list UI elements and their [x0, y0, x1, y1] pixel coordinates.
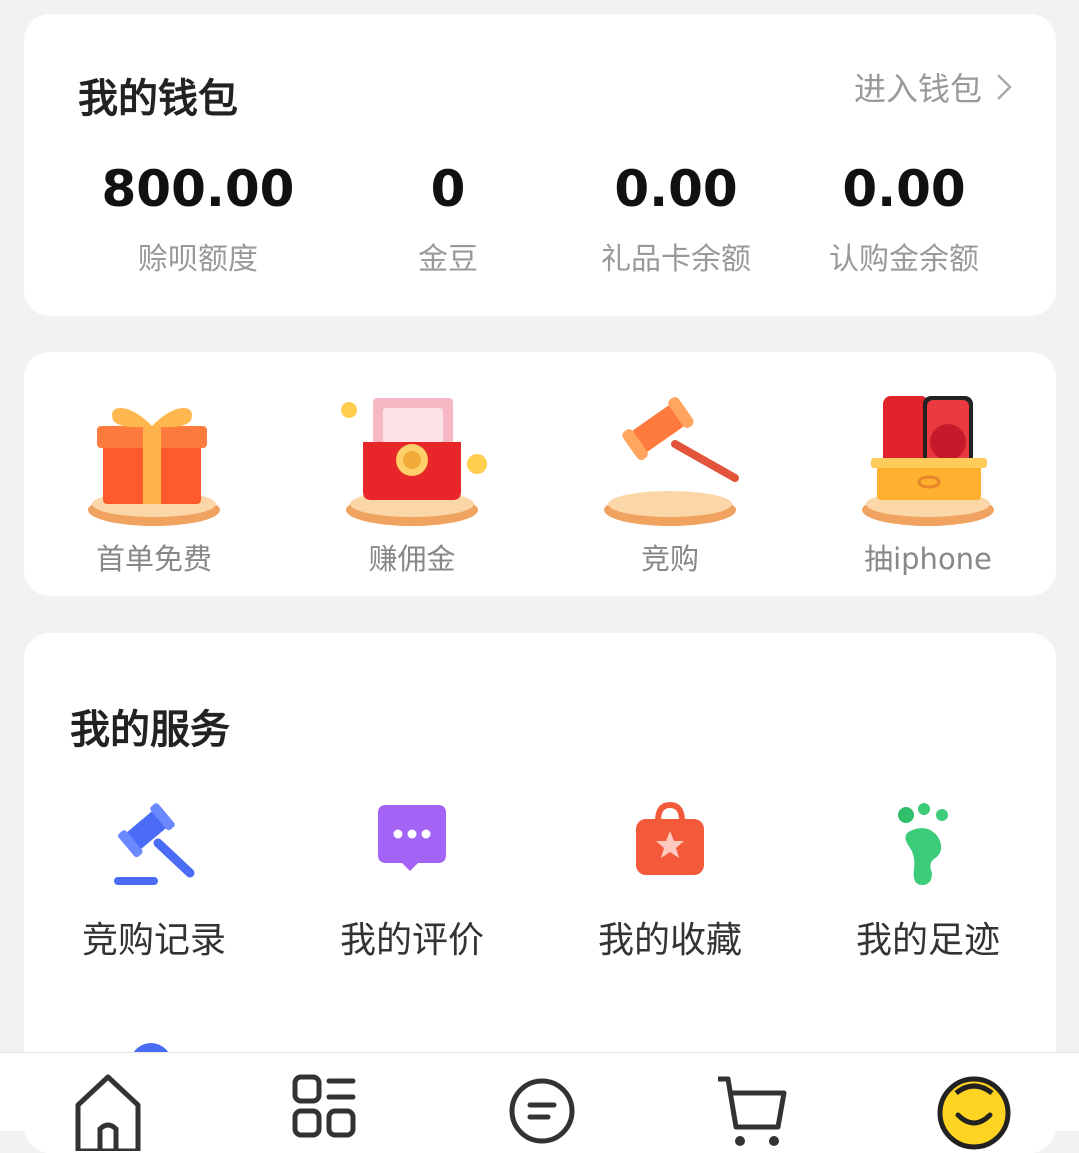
- enter-wallet-label: 进入钱包: [853, 70, 982, 108]
- tab-cart[interactable]: [712, 1071, 792, 1146]
- bottom-tab-bar: [0, 1052, 1079, 1151]
- chevron-right-icon: [997, 74, 1012, 100]
- cart-icon: [718, 1076, 787, 1146]
- promo-label: 抽iphone: [864, 542, 992, 576]
- service-label: 我的评价: [339, 920, 484, 961]
- promo-win-iphone[interactable]: 抽iphone: [838, 382, 1018, 578]
- enter-wallet-link[interactable]: 进入钱包: [854, 64, 1012, 110]
- promo-earn-commission[interactable]: 赚佣金: [322, 382, 502, 578]
- tab-category[interactable]: [285, 1071, 365, 1141]
- footprint-icon: [898, 803, 948, 885]
- gift-box-icon: [88, 407, 220, 526]
- wallet-title: 我的钱包: [78, 76, 238, 122]
- promo-label: 赚佣金: [368, 542, 456, 576]
- promo-label: 竞购: [640, 542, 699, 576]
- service-my-reviews[interactable]: 我的评价: [312, 793, 512, 963]
- stat-value: 800.00: [101, 160, 295, 218]
- stat-credit[interactable]: 800.00 赊呗额度: [24, 164, 372, 278]
- promo-auction[interactable]: 竞购: [580, 382, 760, 578]
- auction-hammer-icon: [604, 397, 739, 526]
- stat-label: 金豆: [418, 242, 478, 277]
- red-envelope-icon: [341, 398, 487, 526]
- iphone-box-icon: [862, 396, 994, 526]
- message-icon: [509, 1078, 575, 1144]
- service-auction-records[interactable]: 竞购记录: [54, 793, 254, 963]
- star-bag-icon: [636, 801, 704, 875]
- stat-value: 0.00: [614, 160, 738, 218]
- services-title: 我的服务: [70, 707, 230, 753]
- service-label: 我的足迹: [855, 920, 1000, 961]
- stat-value: 0: [430, 160, 466, 218]
- wallet-card: 我的钱包 进入钱包 800.00 赊呗额度 0 金豆 0.00 礼品卡余额 0.…: [24, 14, 1056, 316]
- stat-subscription[interactable]: 0.00 认购金余额: [828, 164, 980, 278]
- home-icon: [75, 1074, 141, 1151]
- stat-gift-card[interactable]: 0.00 礼品卡余额: [524, 164, 828, 278]
- service-my-favorites[interactable]: 我的收藏: [570, 793, 770, 963]
- gavel-icon: [114, 803, 195, 885]
- stat-label: 赊呗额度: [138, 242, 258, 277]
- service-my-footprints[interactable]: 我的足迹: [828, 793, 1028, 963]
- service-label: 我的收藏: [597, 920, 742, 961]
- service-label: 竞购记录: [81, 920, 226, 961]
- promo-label: 首单免费: [95, 542, 212, 576]
- promo-card: 首单免费 赚佣金 竞购 抽iphone: [24, 352, 1056, 596]
- stat-label: 认购金余额: [829, 242, 979, 277]
- profile-avatar-icon: [937, 1076, 1011, 1150]
- stat-beans[interactable]: 0 金豆: [372, 164, 524, 278]
- stat-label: 礼品卡余额: [601, 242, 751, 277]
- stat-value: 0.00: [842, 160, 966, 218]
- promo-first-order-free[interactable]: 首单免费: [64, 382, 244, 578]
- chat-bubble-icon: [378, 805, 446, 871]
- tab-home[interactable]: [68, 1071, 148, 1151]
- tab-messages[interactable]: [502, 1071, 582, 1144]
- category-icon: [292, 1074, 356, 1138]
- tab-profile[interactable]: [934, 1071, 1014, 1150]
